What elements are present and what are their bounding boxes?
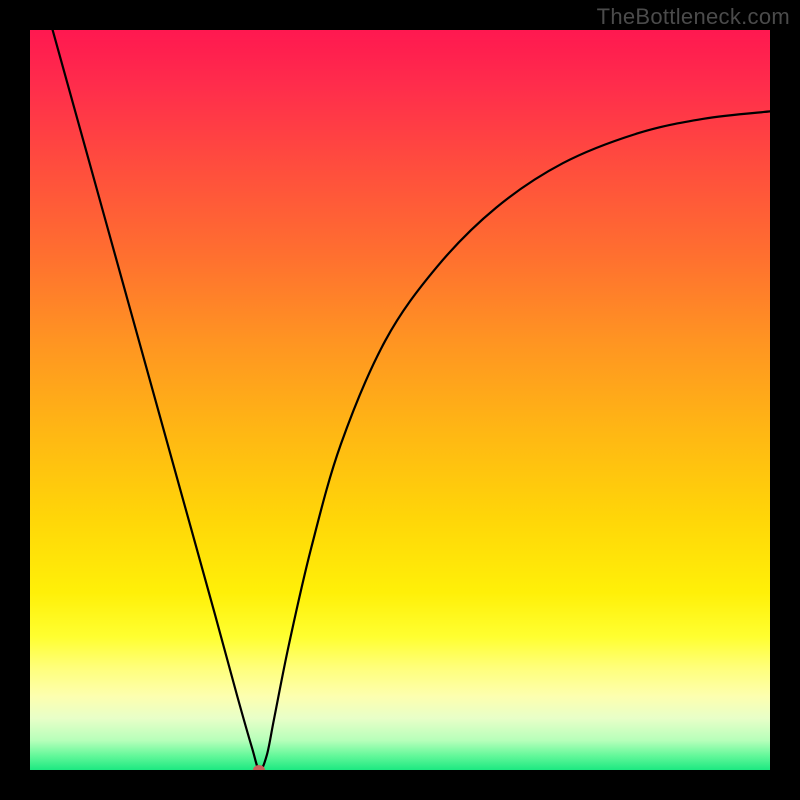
watermark-text: TheBottleneck.com	[597, 4, 790, 30]
plot-area	[30, 30, 770, 770]
chart-frame: TheBottleneck.com	[0, 0, 800, 800]
minimum-marker	[253, 765, 265, 770]
bottleneck-curve	[30, 30, 770, 770]
